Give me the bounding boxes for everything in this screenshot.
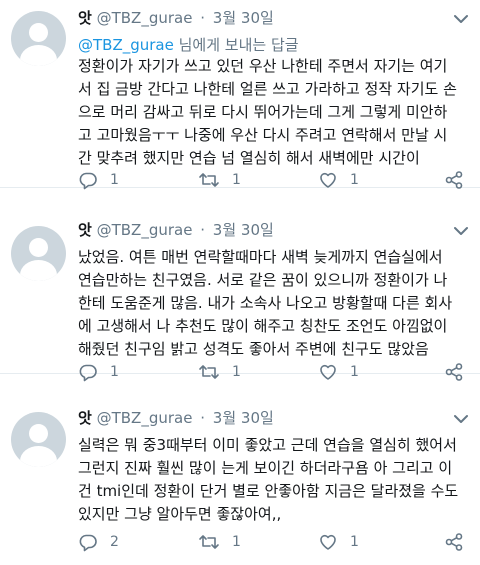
like-count: 1 bbox=[350, 172, 359, 188]
tweet[interactable]: 앗 @TBZ_gurae · 3월 30일 났었음. 여튼 매번 연락할때마다 … bbox=[0, 188, 480, 382]
heart-icon bbox=[320, 534, 336, 550]
tweet-header: 앗 @TBZ_gurae · 3월 30일 bbox=[78, 409, 274, 427]
avatar[interactable] bbox=[11, 412, 66, 467]
reply-icon bbox=[79, 534, 97, 552]
avatar-body-shape bbox=[20, 260, 57, 281]
share-button[interactable] bbox=[444, 170, 464, 190]
avatar-head-shape bbox=[29, 238, 48, 257]
avatar-body-shape bbox=[20, 446, 57, 467]
retweet-button[interactable]: 1 bbox=[198, 532, 241, 552]
like-count: 1 bbox=[350, 534, 359, 550]
like-button[interactable]: 1 bbox=[318, 170, 359, 190]
chevron-down-icon[interactable] bbox=[454, 226, 468, 236]
tweet[interactable]: 앗 @TBZ_gurae · 3월 30일 실력은 뭐 중3때부터 이미 좋았고… bbox=[0, 374, 480, 565]
reply-icon bbox=[79, 172, 97, 190]
retweet-button[interactable]: 1 bbox=[198, 170, 241, 190]
reply-count: 2 bbox=[110, 534, 119, 550]
replying-to-suffix: 님에게 보내는 답글 bbox=[173, 36, 299, 54]
separator-dot: · bbox=[200, 9, 206, 27]
reply-count: 1 bbox=[110, 172, 119, 188]
tweet-header: 앗 @TBZ_gurae · 3월 30일 bbox=[78, 9, 274, 27]
avatar-head-shape bbox=[29, 424, 48, 443]
mention-link[interactable]: @TBZ_gurae bbox=[78, 36, 174, 54]
share-icon bbox=[445, 533, 463, 551]
tweet-date[interactable]: 3월 30일 bbox=[213, 409, 274, 427]
separator-dot: · bbox=[200, 409, 206, 427]
display-name[interactable]: 앗 bbox=[78, 221, 92, 239]
tweet-text: 났었음. 여튼 매번 연락할때마다 새벽 늦게까지 연습실에서 연습만하는 친구… bbox=[78, 248, 453, 358]
share-button[interactable] bbox=[444, 532, 464, 552]
reply-button[interactable]: 2 bbox=[78, 532, 119, 552]
separator-dot: · bbox=[200, 221, 206, 239]
user-handle[interactable]: @TBZ_gurae bbox=[97, 409, 193, 427]
retweet-count: 1 bbox=[232, 172, 241, 188]
retweet-icon bbox=[199, 173, 219, 187]
chevron-down-icon[interactable] bbox=[454, 14, 468, 24]
tweet-date[interactable]: 3월 30일 bbox=[213, 9, 274, 27]
user-handle[interactable]: @TBZ_gurae bbox=[97, 221, 193, 239]
retweet-count: 1 bbox=[232, 534, 241, 550]
retweet-icon bbox=[199, 535, 219, 549]
tweet[interactable]: 앗 @TBZ_gurae · 3월 30일 @TBZ_gurae 님에게 보내는… bbox=[0, 0, 480, 190]
tweet-actions: 2 1 1 bbox=[78, 532, 470, 554]
chevron-down-icon[interactable] bbox=[454, 414, 468, 424]
reply-button[interactable]: 1 bbox=[78, 170, 119, 190]
avatar-body-shape bbox=[20, 45, 57, 66]
like-button[interactable]: 1 bbox=[318, 532, 359, 552]
display-name[interactable]: 앗 bbox=[78, 9, 92, 27]
avatar[interactable] bbox=[11, 11, 66, 66]
share-icon bbox=[445, 171, 463, 189]
replying-to-line: @TBZ_gurae 님에게 보내는 답글 bbox=[78, 36, 299, 54]
avatar-head-shape bbox=[29, 23, 48, 42]
avatar[interactable] bbox=[11, 226, 66, 281]
heart-icon bbox=[320, 172, 336, 188]
tweet-text: 실력은 뭐 중3때부터 이미 좋았고 근데 연습을 열심히 했어서 그런지 진짜… bbox=[78, 436, 459, 523]
tweet-text: 정환이가 자기가 쓰고 있던 우산 나한테 주면서 자기는 여기 서 집 금방 … bbox=[78, 57, 457, 167]
display-name[interactable]: 앗 bbox=[78, 409, 92, 427]
tweet-date[interactable]: 3월 30일 bbox=[213, 221, 274, 239]
tweet-header: 앗 @TBZ_gurae · 3월 30일 bbox=[78, 221, 274, 239]
user-handle[interactable]: @TBZ_gurae bbox=[97, 9, 193, 27]
